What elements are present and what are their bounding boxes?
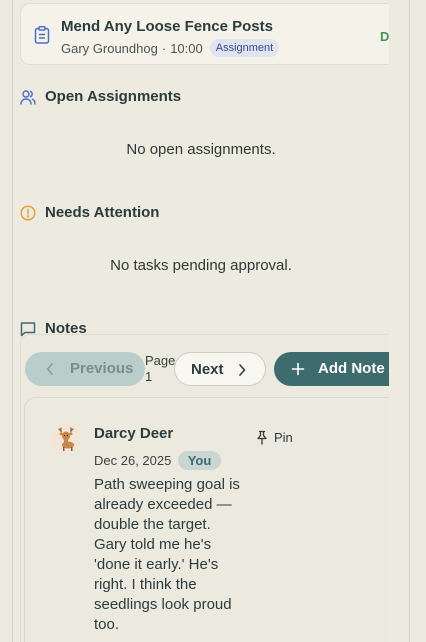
deer-avatar <box>51 423 81 453</box>
clipboard-icon <box>34 26 50 44</box>
next-button[interactable]: Next <box>174 352 266 386</box>
meta-separator: · <box>161 40 167 56</box>
pin-button[interactable]: Pin <box>255 430 293 445</box>
chevron-left-icon <box>46 363 53 375</box>
task-card[interactable]: Mend Any Loose Fence Posts Gary Groundho… <box>20 3 389 65</box>
plus-icon <box>291 362 305 376</box>
pin-label: Pin <box>274 430 293 445</box>
previous-label: Previous <box>70 360 134 377</box>
needs-attention-header: Needs Attention <box>20 204 159 221</box>
pin-icon <box>257 430 267 445</box>
page-indicator: Page 1 <box>145 353 177 385</box>
previous-button[interactable]: Previous <box>25 352 145 386</box>
page-label: Page <box>145 353 176 368</box>
frame-border-right <box>409 0 410 642</box>
add-note-label: Add Note <box>318 360 385 377</box>
deer-icon <box>51 423 81 453</box>
alert-circle-icon <box>20 204 36 221</box>
open-assignments-header: Open Assignments <box>20 88 181 105</box>
task-title: Mend Any Loose Fence Posts <box>61 18 273 35</box>
you-badge: You <box>178 451 221 470</box>
note-body: Path sweeping goal is already exceeded —… <box>94 476 240 633</box>
chevron-right-icon <box>239 364 246 376</box>
needs-attention-empty: No tasks pending approval. <box>110 257 292 274</box>
task-assignee: Gary Groundhog <box>61 40 158 56</box>
open-assignments-empty: No open assignments. <box>126 141 276 158</box>
task-time: 10:00 <box>170 40 203 56</box>
page-number: 1 <box>145 369 153 384</box>
note-date: Dec 26, 2025 <box>94 453 172 468</box>
note-author: Darcy Deer <box>94 425 174 442</box>
users-icon <box>20 89 36 105</box>
content-viewport: Mend Any Loose Fence Posts Gary Groundho… <box>13 0 389 642</box>
task-status: Do <box>380 29 389 44</box>
next-label: Next <box>191 361 224 378</box>
needs-attention-title: Needs Attention <box>45 204 160 221</box>
add-note-button[interactable]: Add Note <box>274 352 389 386</box>
task-type-badge: Assignment <box>209 39 280 57</box>
task-meta: Gary Groundhog · 10:00 Assignment <box>61 39 280 57</box>
open-assignments-title: Open Assignments <box>45 88 182 105</box>
